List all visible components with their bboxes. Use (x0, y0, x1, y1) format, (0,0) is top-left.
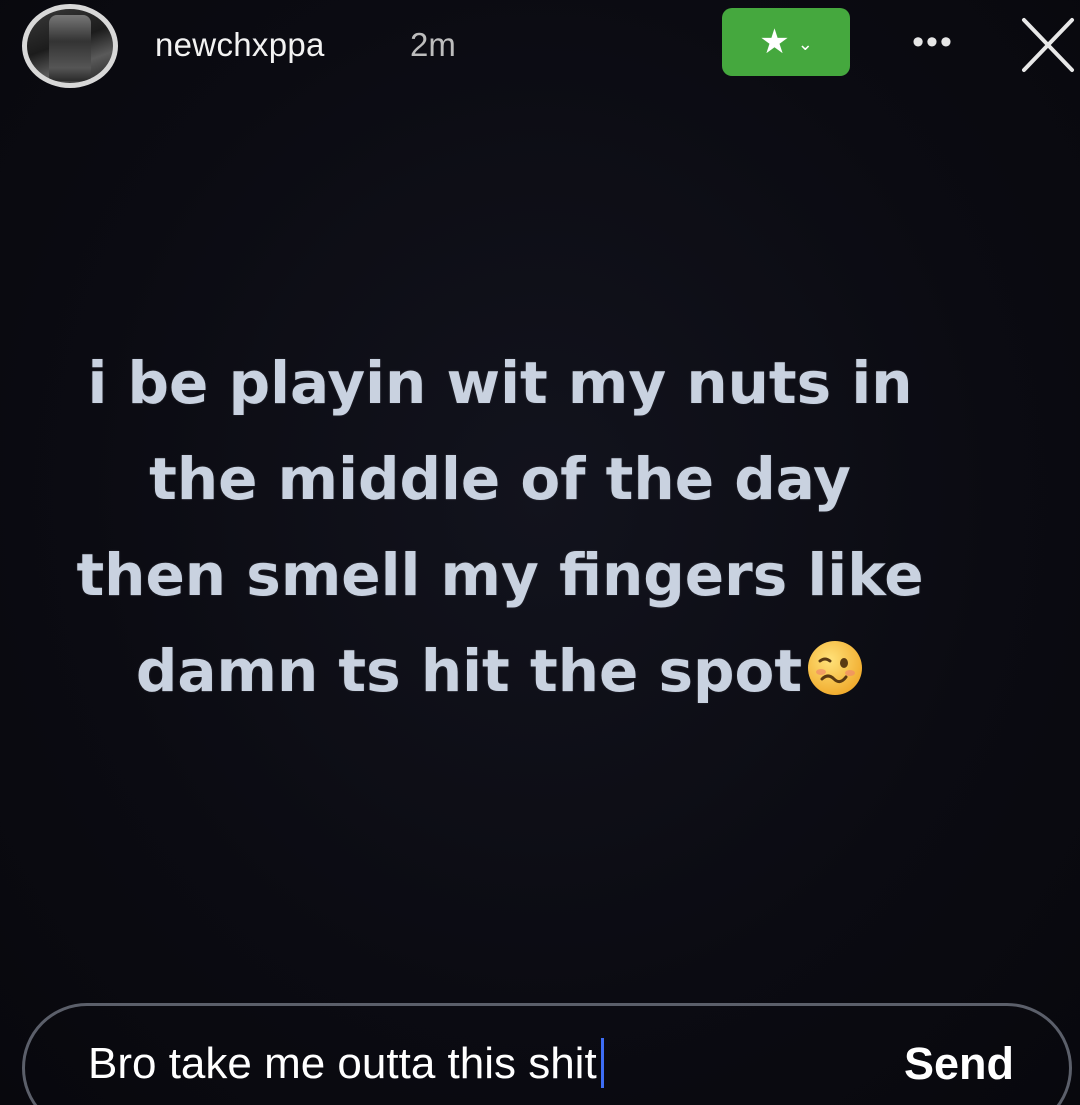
avatar-image (49, 15, 91, 81)
send-button[interactable]: Send (904, 1038, 1014, 1090)
reply-input[interactable]: Bro take me outta this shit (88, 1038, 604, 1089)
woozy-face-emoji (808, 641, 863, 695)
close-friends-button[interactable]: ★ ⌄ (722, 8, 850, 76)
chevron-down-icon: ⌄ (797, 34, 813, 54)
close-button[interactable] (1018, 12, 1078, 76)
post-time: 2m (410, 26, 456, 63)
username[interactable]: newchxppa (155, 26, 325, 64)
reply-text: Bro take me outta this shit (88, 1039, 597, 1088)
text-caret (600, 1038, 604, 1088)
avatar[interactable] (22, 4, 118, 88)
story-header: newchxppa 2m ★ ⌄ ••• (0, 0, 1080, 100)
close-icon (1022, 18, 1074, 72)
more-options-button[interactable]: ••• (905, 22, 961, 62)
story-text: i be playin wit my nuts in the middle of… (76, 349, 924, 705)
star-icon: ★ (759, 23, 790, 61)
story-text-block: i be playin wit my nuts in the middle of… (70, 335, 930, 719)
